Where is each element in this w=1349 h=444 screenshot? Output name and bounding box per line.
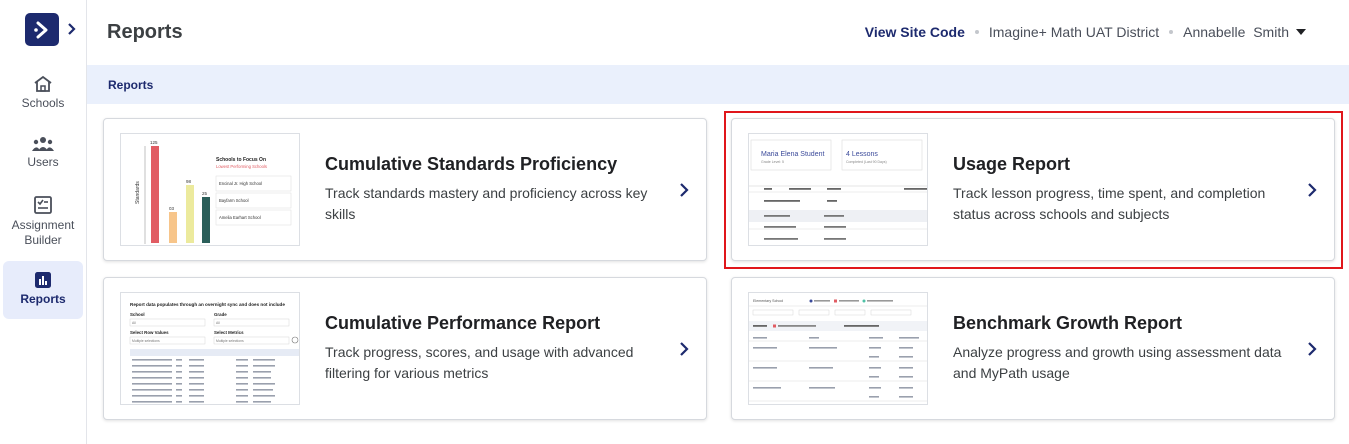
report-card-cumulative-performance[interactable]: Report data populates through an overnig… bbox=[103, 277, 707, 420]
thumb-ylabel: Standards bbox=[135, 181, 141, 204]
card-description: Track progress, scores, and usage with a… bbox=[325, 344, 634, 381]
chevron-right-icon[interactable] bbox=[678, 182, 690, 198]
header-right: View Site Code Imagine+ Math UAT Distric… bbox=[865, 24, 1307, 40]
reports-icon bbox=[35, 272, 51, 288]
view-site-code-link[interactable]: View Site Code bbox=[865, 24, 965, 40]
chevron-right-icon[interactable] bbox=[1306, 341, 1318, 357]
school-name: Bayfarm School bbox=[219, 198, 249, 203]
users-icon bbox=[32, 137, 54, 151]
sidebar-item-label: Schools bbox=[21, 96, 65, 110]
sidebar-item-assignment-builder[interactable]: Assignment Builder bbox=[3, 195, 83, 249]
bar-value: 25 bbox=[202, 191, 208, 196]
thumb-heading: Schools to Focus On bbox=[216, 157, 266, 163]
filter-value-metrics: Multiple selections bbox=[216, 339, 244, 343]
logo-arrow-icon bbox=[34, 21, 48, 38]
bar-preview bbox=[186, 185, 194, 243]
district-name: Imagine+ Math UAT District bbox=[988, 24, 1160, 40]
user-menu[interactable]: Annabelle Smith bbox=[1183, 24, 1307, 40]
sidebar-item-label: Reports bbox=[20, 292, 66, 306]
card-title: Benchmark Growth Report bbox=[953, 313, 1183, 333]
card-thumbnail: Standards 125 03 98 25 Schools to Focus … bbox=[120, 133, 300, 246]
bar-value: 125 bbox=[150, 140, 158, 145]
breadcrumb-item-reports[interactable]: Reports bbox=[108, 78, 153, 92]
filter-label-metrics: Select Metrics bbox=[214, 330, 244, 335]
sidebar-item-users[interactable]: Users bbox=[3, 136, 83, 178]
sidebar-item-label: Assignment Builder bbox=[11, 218, 75, 247]
filter-label-school: School bbox=[130, 312, 145, 317]
thumb-subheading: Lowest Performing Schools bbox=[216, 164, 267, 169]
benchmark-table-preview: Elementary School bbox=[749, 299, 927, 402]
bar-preview bbox=[151, 146, 159, 243]
report-card-standards-proficiency[interactable]: Standards 125 03 98 25 Schools to Focus … bbox=[103, 118, 707, 261]
card-title: Cumulative Standards Proficiency bbox=[325, 154, 618, 174]
home-icon bbox=[34, 75, 52, 92]
chevron-right-icon[interactable] bbox=[678, 341, 690, 357]
standards-chart-preview: Standards 125 03 98 25 Schools to Focus … bbox=[135, 140, 292, 244]
performance-table-preview: Report data populates through an overnig… bbox=[129, 302, 299, 403]
user-last-name: Smith bbox=[1253, 24, 1289, 40]
filter-value-school: All bbox=[132, 321, 136, 325]
page-title: Reports bbox=[107, 21, 183, 43]
bar-preview bbox=[169, 212, 177, 243]
reports-page: Schools Users Assignment Builder Reports… bbox=[0, 0, 1349, 444]
school-name: Encinal Jr. High School bbox=[219, 181, 262, 186]
sync-notice: Report data populates through an overnig… bbox=[130, 302, 285, 307]
assignment-icon bbox=[34, 196, 52, 214]
bar-value: 98 bbox=[186, 179, 192, 184]
bar-preview bbox=[202, 197, 210, 243]
separator-dot bbox=[974, 30, 979, 34]
report-card-benchmark-growth[interactable]: Elementary School Benchmark Growth Repor… bbox=[731, 277, 1335, 420]
filter-label-row-values: Select Row Values bbox=[130, 330, 169, 335]
filter-value-row-values: Multiple selections bbox=[132, 339, 160, 343]
separator-dot bbox=[1169, 30, 1174, 34]
bar-value: 03 bbox=[169, 206, 175, 211]
app-logo[interactable] bbox=[25, 13, 59, 46]
user-first-name: Annabelle bbox=[1183, 24, 1246, 40]
breadcrumb: Reports bbox=[87, 65, 1349, 104]
card-thumbnail: Elementary School bbox=[748, 292, 928, 405]
filter-value-grade: All bbox=[216, 321, 220, 325]
school-name: Amelia Earhart School bbox=[219, 215, 261, 220]
card-thumbnail: Report data populates through an overnig… bbox=[120, 292, 300, 405]
sidebar-item-label: Users bbox=[27, 155, 59, 169]
highlight-box bbox=[724, 111, 1343, 269]
sidebar: Schools Users Assignment Builder Reports bbox=[0, 0, 87, 444]
thumb-school-label: Elementary School bbox=[753, 299, 783, 303]
sidebar-item-schools[interactable]: Schools bbox=[3, 75, 83, 117]
card-description: Track standards mastery and proficiency … bbox=[325, 185, 648, 222]
filter-label-grade: Grade bbox=[214, 312, 227, 317]
card-description: Analyze progress and growth using assess… bbox=[953, 344, 1282, 381]
sidebar-item-reports[interactable]: Reports bbox=[3, 261, 83, 319]
caret-down-icon bbox=[1296, 29, 1306, 35]
expand-sidebar-icon[interactable] bbox=[66, 22, 78, 36]
card-title: Cumulative Performance Report bbox=[325, 313, 601, 333]
